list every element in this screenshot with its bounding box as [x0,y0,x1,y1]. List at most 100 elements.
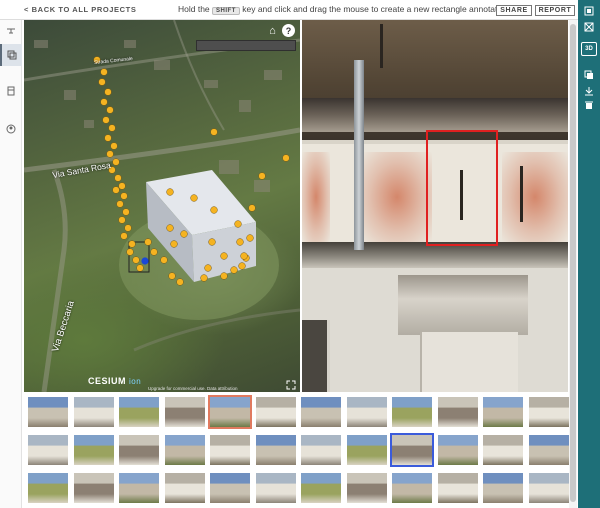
camera-marker[interactable] [136,264,144,272]
photo-thumbnail[interactable] [208,395,252,429]
photo-thumbnail[interactable] [483,435,523,465]
photo-thumbnail[interactable] [164,473,205,503]
photo-thumbnail[interactable] [437,473,478,503]
camera-marker[interactable] [248,204,256,212]
photo-thumbnail[interactable] [28,473,68,503]
help-icon[interactable]: ? [282,24,295,37]
camera-marker[interactable] [102,116,110,124]
photo-thumbnail[interactable] [255,473,296,503]
camera-marker[interactable] [220,252,228,260]
photo-thumbnail[interactable] [390,433,434,467]
photo-thumbnail[interactable] [28,435,68,465]
photo-thumbnail[interactable] [528,397,569,427]
camera-marker[interactable] [124,224,132,232]
photo-thumbnail[interactable] [346,397,387,427]
camera-marker[interactable] [98,78,106,86]
scrollbar-thumb[interactable] [570,24,576,502]
camera-marker[interactable] [210,206,218,214]
camera-marker[interactable] [234,220,242,228]
camera-marker[interactable] [106,150,114,158]
3d-toggle-icon[interactable]: 3D [581,42,597,56]
drone-icon[interactable] [0,20,22,42]
camera-marker[interactable] [210,128,218,136]
trash-icon[interactable] [581,98,597,112]
camera-marker[interactable] [238,262,246,270]
photo-thumbnail[interactable] [301,473,341,503]
camera-marker[interactable] [200,274,208,282]
camera-marker[interactable] [246,234,254,242]
photo-thumbnail[interactable] [73,473,114,503]
layers-icon[interactable] [0,44,22,66]
camera-marker[interactable] [208,238,216,246]
camera-marker[interactable] [282,154,290,162]
fullscreen-icon[interactable] [286,380,296,390]
copy-icon[interactable] [581,68,597,82]
camera-marker[interactable] [180,230,188,238]
photo-thumbnail[interactable] [301,397,341,427]
camera-marker[interactable] [144,238,152,246]
rectangle-annotation[interactable] [426,130,498,246]
camera-marker[interactable] [168,272,176,280]
map-search-box[interactable] [196,40,296,51]
fit-screen-icon[interactable] [581,4,597,18]
photo-thumbnail[interactable] [255,397,296,427]
camera-marker[interactable] [100,68,108,76]
photo-thumbnail[interactable] [28,397,68,427]
camera-marker[interactable] [258,172,266,180]
camera-marker[interactable] [150,248,158,256]
photo-thumbnail[interactable] [437,435,478,465]
photo-thumbnail[interactable] [164,435,205,465]
photo-thumbnail[interactable] [437,397,478,427]
camera-marker[interactable] [116,200,124,208]
photo-viewer[interactable] [302,20,568,392]
camera-marker[interactable] [190,194,198,202]
camera-marker[interactable] [120,232,128,240]
report-button[interactable]: REPORT [535,5,575,16]
photo-thumbnail[interactable] [392,397,432,427]
3d-map-viewer[interactable]: ⌂ ? Via Santa Rosa Via Beccaria Strada C… [24,20,300,392]
camera-marker[interactable] [118,216,126,224]
user-icon[interactable] [0,118,22,140]
expand-icon[interactable] [581,20,597,34]
photo-thumbnail[interactable] [119,473,159,503]
download-icon[interactable] [581,84,597,98]
camera-marker[interactable] [220,272,228,280]
camera-marker[interactable] [122,208,130,216]
camera-marker[interactable] [240,252,248,260]
document-icon[interactable] [0,80,22,102]
camera-marker[interactable] [166,188,174,196]
camera-marker[interactable] [170,240,178,248]
camera-marker[interactable] [120,192,128,200]
photo-thumbnail[interactable] [528,435,569,465]
photo-thumbnail[interactable] [346,435,387,465]
back-to-projects-link[interactable]: < BACK TO ALL PROJECTS [24,5,136,14]
home-icon[interactable]: ⌂ [266,24,279,37]
photo-thumbnail[interactable] [164,397,205,427]
share-button[interactable]: SHARE [496,5,532,16]
photo-thumbnail[interactable] [346,473,387,503]
camera-marker[interactable] [104,134,112,142]
photo-thumbnail[interactable] [73,435,114,465]
photo-thumbnail[interactable] [483,397,523,427]
photo-thumbnail[interactable] [528,473,569,503]
photo-thumbnail[interactable] [119,435,159,465]
camera-marker[interactable] [230,266,238,274]
camera-marker[interactable] [112,158,120,166]
camera-marker[interactable] [132,256,140,264]
selected-camera-marker[interactable] [141,257,149,265]
camera-marker[interactable] [106,106,114,114]
photo-thumbnail[interactable] [255,435,296,465]
camera-marker[interactable] [204,264,212,272]
camera-marker[interactable] [114,174,122,182]
camera-marker[interactable] [236,238,244,246]
photo-thumbnail[interactable] [392,473,432,503]
camera-marker[interactable] [108,124,116,132]
map-credit[interactable]: Upgrade for commercial use. Data attribu… [148,386,238,391]
photo-thumbnail[interactable] [483,473,523,503]
camera-marker[interactable] [112,186,120,194]
photo-thumbnail[interactable] [119,397,159,427]
photo-thumbnail[interactable] [210,435,250,465]
camera-marker[interactable] [176,278,184,286]
photo-thumbnail[interactable] [301,435,341,465]
photo-thumbnail[interactable] [210,473,250,503]
